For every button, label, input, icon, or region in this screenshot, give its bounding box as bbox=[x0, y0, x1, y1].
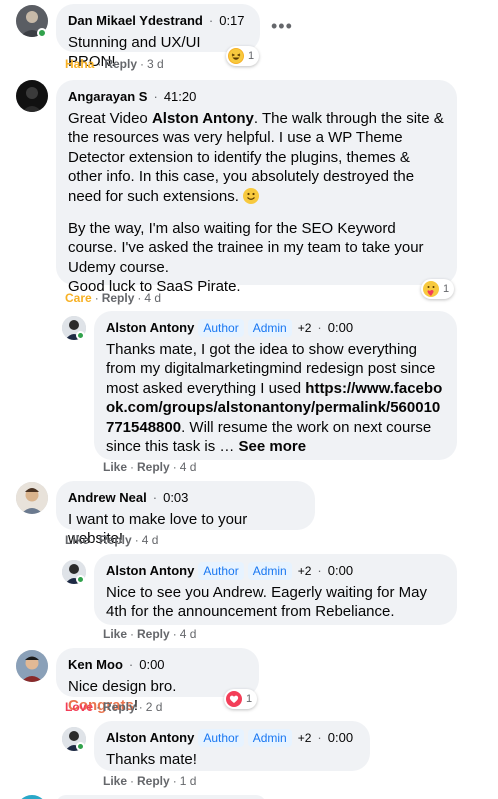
admin-badge: Admin bbox=[247, 562, 292, 580]
more-badges[interactable]: +2 bbox=[298, 319, 312, 337]
more-badges[interactable]: +2 bbox=[298, 562, 312, 580]
author-name[interactable]: Andrew Neal bbox=[68, 489, 147, 507]
comment-ken: Ken Moo · 0:00 Nice design bro. Congrats… bbox=[0, 645, 498, 717]
video-timestamp[interactable]: 0:03 bbox=[163, 489, 188, 507]
avatar[interactable] bbox=[16, 80, 48, 112]
care-emoji-icon bbox=[423, 281, 439, 297]
comment-actions: Like · Reply · 1 d bbox=[103, 774, 197, 788]
author-name[interactable]: Alston Antony bbox=[106, 319, 194, 337]
love-reaction-button[interactable]: Love bbox=[65, 700, 93, 714]
video-timestamp[interactable]: 0:00 bbox=[139, 656, 164, 674]
comment-actions: Care · Reply · 4 d bbox=[65, 291, 162, 305]
comment-text: Great Video Alston Antony. The walk thro… bbox=[68, 110, 444, 296]
haha-reaction-button[interactable]: Haha bbox=[65, 57, 94, 71]
admin-badge: Admin bbox=[247, 729, 292, 747]
more-badges[interactable]: +2 bbox=[298, 729, 312, 747]
comment-bubble: Angarayan S · 41:20 Great Video Alston A… bbox=[56, 80, 457, 295]
comment-text: Thanks mate! bbox=[106, 751, 197, 768]
reaction-count-value: 1 bbox=[248, 50, 255, 62]
avatar[interactable] bbox=[16, 795, 48, 799]
reply-button[interactable]: Reply bbox=[99, 533, 132, 547]
author-badge: Author bbox=[198, 319, 244, 337]
avatar[interactable] bbox=[16, 650, 48, 682]
smile-emoji-icon bbox=[243, 187, 260, 209]
comment-age[interactable]: 4 d bbox=[180, 460, 197, 474]
more-dots-icon[interactable]: ••• bbox=[271, 16, 293, 37]
see-more-link[interactable]: See more bbox=[239, 438, 307, 455]
comment-bubble: Dan Mikael Ydestrand · 0:17 Stunning and… bbox=[56, 4, 260, 70]
comment-dan: Dan Mikael Ydestrand · 0:17 Stunning and… bbox=[0, 0, 498, 75]
online-status-icon bbox=[76, 742, 85, 751]
reply-alston-2: Alston Antony Author Admin +2 · 0:00 Nic… bbox=[0, 552, 498, 648]
comment-text: Nice to see you Andrew. Eagerly waiting … bbox=[106, 584, 427, 621]
comment-text: Thanks mate, I got the idea to show ever… bbox=[106, 341, 443, 456]
author-name[interactable]: Ken Moo bbox=[68, 656, 123, 674]
reply-alston-3: Alston Antony Author Admin +2 · 0:00 Tha… bbox=[0, 719, 498, 793]
comment-age[interactable]: 1 d bbox=[180, 774, 197, 788]
like-button[interactable]: Like bbox=[65, 533, 89, 547]
comment-age[interactable]: 4 d bbox=[144, 291, 161, 305]
comment-actions: Haha · Reply · 3 d bbox=[65, 57, 164, 71]
like-button[interactable]: Like bbox=[103, 460, 127, 474]
haha-emoji-icon bbox=[228, 48, 244, 64]
video-timestamp[interactable]: 0:00 bbox=[328, 319, 353, 337]
comment-andrew: Andrew Neal · 0:03 I want to make love t… bbox=[0, 478, 498, 550]
comment-actions: Like · Reply · 4 d bbox=[103, 627, 197, 641]
reply-button[interactable]: Reply bbox=[137, 627, 170, 641]
comment-bubble: Alston Antony Author Admin +2 · 0:00 Tha… bbox=[94, 311, 457, 460]
comment-actions: Like · Reply · 4 d bbox=[65, 533, 159, 547]
comment-age[interactable]: 4 d bbox=[142, 533, 159, 547]
video-timestamp[interactable]: 41:20 bbox=[164, 88, 197, 106]
comment-bubble: Andrew Neal · 0:03 I want to make love t… bbox=[56, 481, 315, 547]
reaction-count[interactable]: 1 bbox=[421, 279, 455, 299]
online-status-icon bbox=[76, 331, 85, 340]
reply-alston-1: Alston Antony Author Admin +2 · 0:00 Tha… bbox=[0, 308, 498, 478]
like-button[interactable]: Like bbox=[103, 774, 127, 788]
like-button[interactable]: Like bbox=[103, 627, 127, 641]
video-timestamp[interactable]: 0:00 bbox=[328, 562, 353, 580]
reply-button[interactable]: Reply bbox=[102, 291, 135, 305]
admin-badge: Admin bbox=[247, 319, 292, 337]
video-timestamp[interactable]: 0:00 bbox=[328, 729, 353, 747]
author-name[interactable]: Alston Antony bbox=[106, 562, 194, 580]
author-name[interactable]: Alston Antony bbox=[106, 729, 194, 747]
mention-link[interactable]: Alston Antony bbox=[152, 110, 254, 127]
author-badge: Author bbox=[198, 729, 244, 747]
online-status-icon bbox=[76, 575, 85, 584]
comment-angarayan: Angarayan S · 41:20 Great Video Alston A… bbox=[0, 76, 498, 306]
comment-age[interactable]: 2 d bbox=[146, 700, 163, 714]
reaction-count-value: 1 bbox=[443, 283, 450, 295]
comment-actions: Love · Reply · 2 d bbox=[65, 700, 163, 714]
heart-emoji-icon bbox=[226, 691, 242, 707]
reply-button[interactable]: Reply bbox=[104, 57, 137, 71]
author-badge: Author bbox=[198, 562, 244, 580]
avatar[interactable] bbox=[16, 482, 48, 514]
reply-button[interactable]: Reply bbox=[137, 460, 170, 474]
reaction-count-value: 1 bbox=[246, 693, 253, 705]
author-name[interactable]: Dan Mikael Ydestrand bbox=[68, 12, 203, 30]
comment-bubble: Alston Antony Author Admin +2 · 0:00 Nic… bbox=[94, 554, 457, 625]
reaction-count[interactable]: 1 bbox=[226, 46, 260, 66]
comment-age[interactable]: 4 d bbox=[180, 627, 197, 641]
comment-bubble bbox=[56, 795, 266, 799]
reaction-count[interactable]: 1 bbox=[224, 689, 258, 709]
comment-age[interactable]: 3 d bbox=[147, 57, 164, 71]
separator: · bbox=[208, 13, 214, 28]
reply-button[interactable]: Reply bbox=[103, 700, 136, 714]
author-name[interactable]: Angarayan S bbox=[68, 88, 147, 106]
comment-bubble: Alston Antony Author Admin +2 · 0:00 Tha… bbox=[94, 721, 370, 771]
comment-actions: Like · Reply · 4 d bbox=[103, 460, 197, 474]
video-timestamp[interactable]: 0:17 bbox=[219, 12, 244, 30]
online-status-icon bbox=[37, 28, 47, 38]
reply-button[interactable]: Reply bbox=[137, 774, 170, 788]
care-reaction-button[interactable]: Care bbox=[65, 291, 92, 305]
